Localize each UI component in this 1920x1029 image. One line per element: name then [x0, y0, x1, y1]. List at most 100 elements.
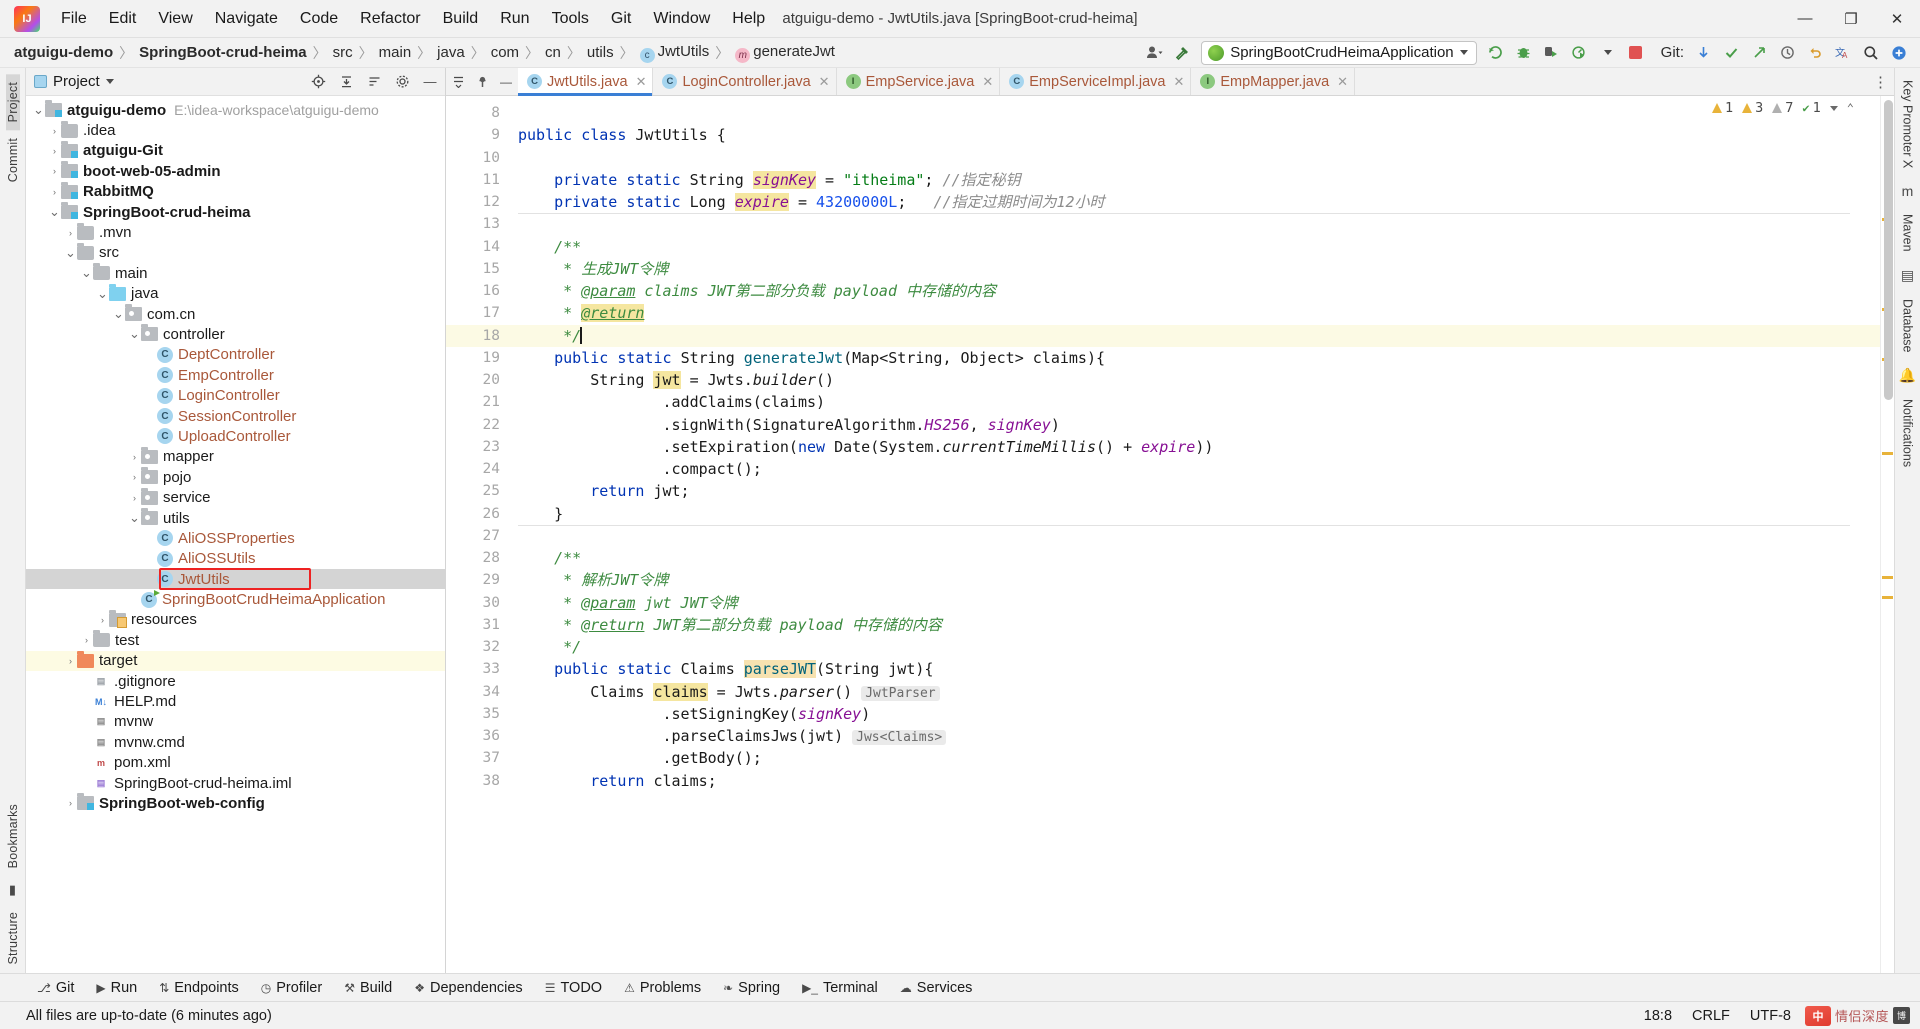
tree-item[interactable]: › service	[26, 487, 445, 507]
tool-window-endpoints[interactable]: ⇅ Endpoints	[148, 978, 250, 998]
editor-tab[interactable]: C JwtUtils.java ✕	[518, 68, 654, 96]
code-line[interactable]: }	[508, 503, 1880, 525]
run-with-coverage-icon[interactable]	[1539, 41, 1565, 65]
line-number[interactable]: 25	[446, 480, 508, 502]
editor-tab[interactable]: C LoginController.java ✕	[653, 68, 837, 95]
sidebar-item-structure[interactable]: Structure	[6, 904, 20, 973]
chevron-right-icon[interactable]: ›	[96, 615, 109, 625]
tree-item[interactable]: › boot-web-05-admin	[26, 161, 445, 181]
menu-build[interactable]: Build	[432, 6, 490, 32]
sidebar-item-key-promoter[interactable]: Key Promoter X	[1901, 72, 1915, 176]
line-number[interactable]: 38	[446, 770, 508, 792]
code-line[interactable]: .setExpiration(new Date(System.currentTi…	[508, 436, 1880, 458]
tree-item[interactable]: ›▤.gitignore	[26, 671, 445, 691]
code-line[interactable]: /**	[508, 547, 1880, 569]
profiler-dropdown-icon[interactable]	[1595, 41, 1621, 65]
menu-navigate[interactable]: Navigate	[204, 6, 289, 32]
line-number[interactable]: 23	[446, 436, 508, 458]
chevron-right-icon[interactable]: ›	[128, 452, 141, 462]
line-number[interactable]: 36	[446, 725, 508, 747]
menu-git[interactable]: Git	[600, 6, 642, 32]
breadcrumb-item[interactable]: com	[487, 43, 523, 62]
breadcrumb-item[interactable]: cn	[541, 43, 565, 62]
editor-tab[interactable]: C EmpServiceImpl.java ✕	[1000, 68, 1192, 95]
tree-item[interactable]: › atguigu-Git	[26, 140, 445, 161]
sidebar-item-commit[interactable]: Commit	[6, 130, 20, 190]
close-button[interactable]: ✕	[1874, 0, 1920, 38]
tree-item[interactable]: › .mvn	[26, 222, 445, 242]
code-line[interactable]: private static String signKey = "itheima…	[508, 169, 1880, 191]
translate-icon[interactable]: 文A	[1830, 41, 1856, 65]
breadcrumb-item[interactable]: src	[329, 43, 357, 62]
chevron-down-icon[interactable]: ⌄	[128, 511, 141, 524]
close-tab-icon[interactable]: ✕	[636, 74, 647, 90]
menu-refactor[interactable]: Refactor	[349, 6, 431, 32]
code-line[interactable]: return jwt;	[508, 480, 1880, 502]
code-line[interactable]: public static Claims parseJWT(String jwt…	[508, 658, 1880, 680]
tool-window-services[interactable]: ☁ Services	[889, 978, 984, 998]
run-configuration-selector[interactable]: SpringBootCrudHeimaApplication	[1201, 40, 1477, 65]
tree-item[interactable]: › .idea	[26, 120, 445, 140]
hide-panel-icon[interactable]: —	[419, 71, 441, 93]
tree-item[interactable]: ›▤SpringBoot-crud-heima.iml	[26, 773, 445, 793]
chevron-down-icon[interactable]: ⌄	[128, 327, 141, 340]
sidebar-item-maven[interactable]: Maven	[1901, 206, 1915, 260]
code-line[interactable]: String jwt = Jwts.builder()	[508, 369, 1880, 391]
tree-item[interactable]: ›CUploadController	[26, 426, 445, 446]
tree-item[interactable]: ›mpom.xml	[26, 753, 445, 773]
menu-window[interactable]: Window	[642, 6, 721, 32]
menu-edit[interactable]: Edit	[98, 6, 148, 32]
line-number[interactable]: 11	[446, 169, 508, 191]
git-push-icon[interactable]	[1746, 41, 1772, 65]
tree-item[interactable]: ›CEmpController	[26, 365, 445, 385]
code-line[interactable]: * @return JWT第二部分负载 payload 中存储的内容	[508, 614, 1880, 636]
line-number[interactable]: 9	[446, 124, 508, 146]
tool-window-dependencies[interactable]: ❖ Dependencies	[403, 978, 533, 998]
editor-options-icon[interactable]: ⋮	[1868, 68, 1894, 95]
chevron-down-icon[interactable]: ⌄	[64, 246, 77, 259]
tool-window-run[interactable]: ▶ Run	[85, 978, 148, 998]
line-number[interactable]: 35	[446, 703, 508, 725]
tree-item[interactable]: ⌄ atguigu-demo E:\idea-workspace\atguigu-d…	[26, 100, 445, 120]
menu-code[interactable]: Code	[289, 6, 349, 32]
tree-item[interactable]: › pojo	[26, 467, 445, 487]
tree-item[interactable]: ⌄ main	[26, 263, 445, 283]
line-number[interactable]: 10	[446, 147, 508, 169]
tree-item[interactable]: ⌄ SpringBoot-crud-heima	[26, 202, 445, 222]
code-line[interactable]: * @return	[508, 302, 1880, 324]
line-number[interactable]: 30	[446, 592, 508, 614]
editor-marker-bar[interactable]	[1880, 96, 1894, 973]
tree-item[interactable]: ›CSessionController	[26, 406, 445, 426]
menu-run[interactable]: Run	[489, 6, 540, 32]
tree-item[interactable]: › mapper	[26, 446, 445, 467]
user-avatar-icon[interactable]	[1141, 41, 1167, 65]
breadcrumb-item[interactable]: main	[375, 43, 416, 62]
tree-item[interactable]: ›M↓HELP.md	[26, 691, 445, 711]
line-number[interactable]: 26	[446, 503, 508, 525]
chevron-right-icon[interactable]: ›	[48, 166, 61, 176]
sidebar-item-database[interactable]: Database	[1901, 291, 1915, 361]
search-icon[interactable]	[1858, 41, 1884, 65]
file-encoding[interactable]: UTF-8	[1740, 1008, 1801, 1024]
ime-indicator[interactable]: 中	[1804, 1005, 1831, 1026]
collapse-all-icon[interactable]	[335, 71, 357, 93]
line-number[interactable]: 16	[446, 280, 508, 302]
line-number[interactable]: 8	[446, 102, 508, 124]
line-number[interactable]: 12	[446, 191, 508, 213]
history-icon[interactable]	[1774, 41, 1800, 65]
code-line[interactable]: * @param jwt JWT令牌	[508, 592, 1880, 614]
chevron-down-icon[interactable]: ⌄	[80, 266, 93, 279]
code-line[interactable]	[508, 213, 1880, 235]
tool-window-todo[interactable]: ☰ TODO	[534, 978, 613, 998]
line-number[interactable]: 33	[446, 658, 508, 680]
menu-view[interactable]: View	[147, 6, 203, 32]
settings-gear-icon[interactable]	[391, 71, 413, 93]
chevron-right-icon[interactable]: ›	[64, 798, 77, 808]
close-tab-icon[interactable]: ✕	[982, 74, 993, 90]
minimize-button[interactable]: —	[1782, 0, 1828, 38]
line-number[interactable]: 37	[446, 747, 508, 769]
code-line[interactable]: * 生成JWT令牌	[508, 258, 1880, 280]
tree-item[interactable]: › RabbitMQ	[26, 181, 445, 202]
build-hammer-icon[interactable]	[1169, 41, 1195, 65]
tool-window-problems[interactable]: ⚠ Problems	[613, 978, 712, 998]
